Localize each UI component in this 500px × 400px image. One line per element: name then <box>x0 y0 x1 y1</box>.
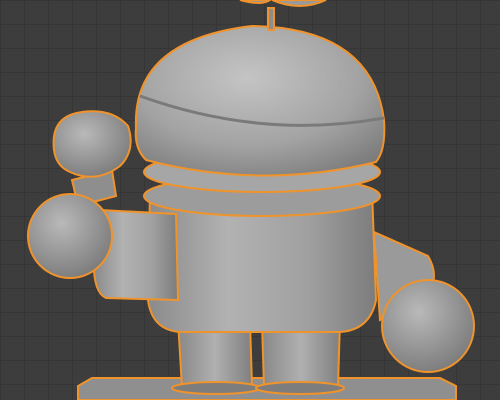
left-shoulder-ball <box>27 193 113 279</box>
right-foot <box>255 381 345 395</box>
antenna-stem <box>267 7 275 31</box>
3d-viewport[interactable] <box>0 0 500 400</box>
right-hand-ball <box>381 279 475 373</box>
left-foot <box>171 381 261 395</box>
left-fist <box>52 110 132 178</box>
viewport-canvas[interactable] <box>0 0 500 400</box>
